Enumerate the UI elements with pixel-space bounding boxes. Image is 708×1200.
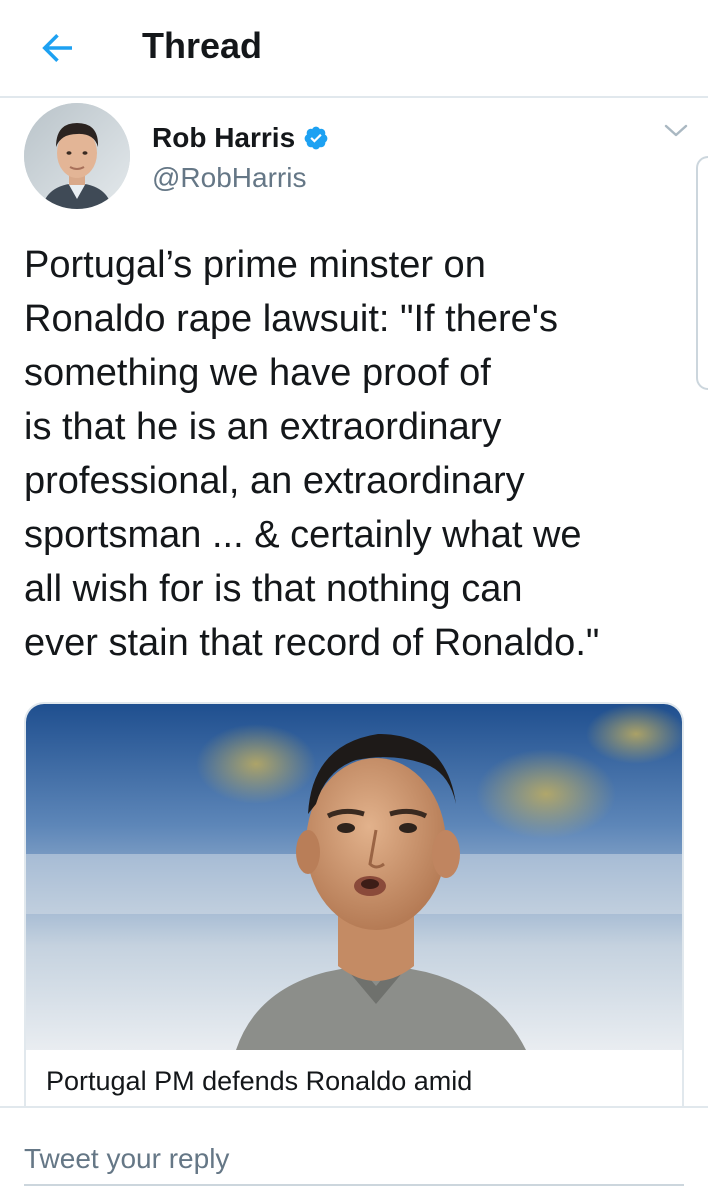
back-button[interactable] [34,24,82,72]
tweet-text-line: ever stain that record of Ronaldo." [24,622,600,664]
arrow-left-icon [42,34,72,62]
scroll-indicator [696,156,708,390]
tweet-text-line: Ronaldo rape lawsuit: "If there's [24,298,559,340]
tweet-text-line: is that he is an extraordinary [24,406,502,448]
tweet-text-line: Portugal’s prime minster on [24,244,486,286]
chevron-down-icon [664,124,688,137]
tweet-text-line: sportsman ... & certainly what we [24,514,582,556]
thread-screen: Thread Rob Harris @RobHarris Portugal’s … [0,0,708,1200]
author-name-row[interactable]: Rob Harris [152,118,329,158]
top-app-bar: Thread [0,0,708,98]
avatar-photo [24,103,130,209]
tweet-text: Portugal’s prime minster on Ronaldo rape… [24,238,684,670]
tweet-options-button[interactable] [660,118,692,144]
tweet-text-line: all wish for is that nothing can [24,568,523,610]
verified-badge-icon [303,125,329,151]
tweet-text-line: something we have proof of [24,352,491,394]
page-title: Thread [142,25,263,66]
author-handle[interactable]: @RobHarris [152,160,306,196]
link-preview-card[interactable]: Portugal PM defends Ronaldo amid [24,702,684,1108]
link-preview-title: Portugal PM defends Ronaldo amid [46,1066,473,1096]
avatar[interactable] [24,103,130,209]
author-name[interactable]: Rob Harris [152,122,295,154]
link-preview-image [26,704,682,1050]
reply-input[interactable] [24,1134,684,1186]
tweet-text-line: professional, an extraordinary [24,460,525,502]
reply-bar [0,1106,708,1200]
